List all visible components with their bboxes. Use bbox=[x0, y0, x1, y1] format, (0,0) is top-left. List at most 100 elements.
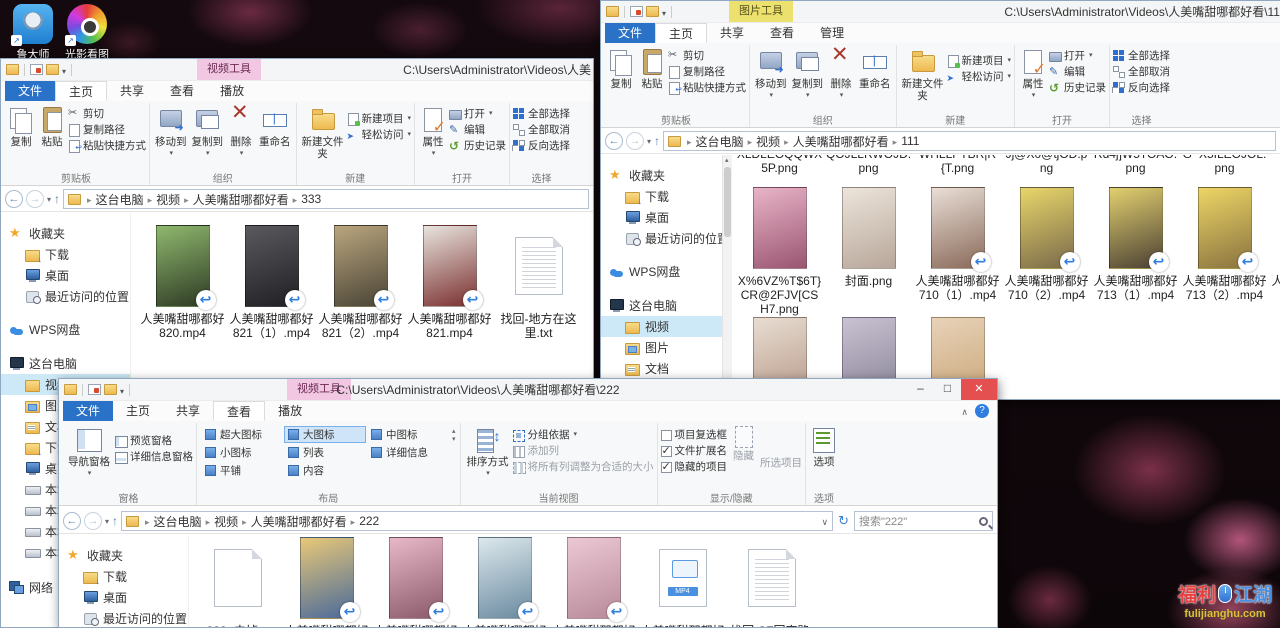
edit-button[interactable]: 编辑 bbox=[449, 123, 506, 137]
file-item[interactable]: X%6VZ%T$6T}CR@2FJV[CSH7.png bbox=[736, 187, 823, 316]
properties-button[interactable]: 属性 bbox=[1018, 46, 1048, 103]
ribbon-tab[interactable]: 查看 bbox=[213, 401, 265, 421]
options-button[interactable]: 选项 bbox=[809, 424, 839, 469]
rename-button[interactable]: 重命名 bbox=[257, 104, 293, 149]
sidebar-item[interactable]: 收藏夹 bbox=[1, 223, 130, 244]
minimize-button[interactable] bbox=[907, 379, 934, 400]
sidebar-item[interactable]: 下载 bbox=[59, 566, 188, 587]
paste-shortcut-button[interactable]: 粘贴快捷方式 bbox=[668, 81, 746, 95]
qat-properties-icon[interactable] bbox=[630, 6, 643, 17]
file-item[interactable]: 人美嘴甜哪都好 bbox=[372, 537, 459, 627]
cut-button[interactable]: 剪切 bbox=[668, 49, 746, 63]
file-item[interactable]: 人美嘴甜哪都好820.mp4 bbox=[139, 225, 226, 340]
sidebar-item[interactable]: WPS网盘 bbox=[601, 261, 731, 282]
sidebar-item[interactable]: 下载 bbox=[1, 244, 130, 265]
select-all-button[interactable]: 全部选择 bbox=[1113, 49, 1170, 63]
ribbon-tab[interactable]: 文件 bbox=[5, 81, 55, 101]
breadcrumb-item[interactable]: 人美嘴甜哪都好看 bbox=[193, 191, 289, 208]
open-button[interactable]: 打开 bbox=[1049, 49, 1106, 63]
group-by-button[interactable]: 分组依据 bbox=[513, 428, 654, 442]
layout-option[interactable]: 详细信息 bbox=[367, 444, 449, 461]
address-input[interactable]: 这台电脑视频人美嘴甜哪都好看333 bbox=[63, 189, 589, 209]
ribbon-tab[interactable]: 主页 bbox=[655, 23, 707, 43]
file-item[interactable]: 222.r去掉ar bbox=[194, 537, 281, 627]
ribbon-tab[interactable]: 共享 bbox=[163, 401, 213, 421]
layout-option[interactable]: 大图标 bbox=[284, 426, 366, 443]
preview-pane-button[interactable]: 预览窗格 bbox=[115, 434, 193, 448]
add-columns-button[interactable]: 添加列 bbox=[513, 444, 654, 458]
open-button[interactable]: 打开 bbox=[449, 107, 506, 121]
qat-properties-icon[interactable] bbox=[30, 64, 43, 75]
file-extensions-toggle[interactable]: 文件扩展名 bbox=[661, 444, 728, 458]
refresh-icon[interactable] bbox=[836, 513, 851, 529]
file-item[interactable]: 人美嘴甜哪都好821（1）.mp4 bbox=[228, 225, 315, 340]
ribbon-tab[interactable]: 播放 bbox=[207, 81, 257, 101]
layout-option[interactable]: 内容 bbox=[284, 462, 366, 479]
history-button[interactable]: 历史记录 bbox=[1049, 81, 1106, 95]
qat-dropdown-icon[interactable] bbox=[662, 3, 666, 21]
ribbon-tab[interactable]: 查看 bbox=[157, 81, 207, 101]
qat-folder-icon[interactable] bbox=[606, 6, 619, 17]
breadcrumb-item[interactable]: 人美嘴甜哪都好看 bbox=[793, 133, 889, 150]
file-item[interactable]: Jj@X0@tjOD.png bbox=[1003, 155, 1090, 175]
file-item[interactable]: M_@ bbox=[1270, 155, 1280, 161]
sidebar-item[interactable]: 图片 bbox=[601, 337, 731, 358]
contextual-tab-header[interactable]: 视频工具 bbox=[197, 59, 261, 80]
sidebar-item[interactable]: 下载 bbox=[601, 186, 731, 207]
move-to-button[interactable]: 移动到 bbox=[753, 46, 789, 103]
properties-button[interactable]: 属性 bbox=[418, 104, 448, 161]
ribbon-tab[interactable]: 主页 bbox=[55, 81, 107, 101]
sidebar-item[interactable]: 收藏夹 bbox=[601, 165, 731, 186]
navigation-pane-button[interactable]: 导航窗格 bbox=[64, 424, 114, 481]
item-checkboxes-toggle[interactable]: 项目复选框 bbox=[661, 428, 728, 442]
file-item[interactable]: 人美嘴甜哪都好 bbox=[283, 537, 370, 627]
easy-access-button[interactable]: 轻松访问 bbox=[947, 70, 1012, 84]
sidebar-scrollbar[interactable] bbox=[722, 155, 732, 399]
search-input[interactable] bbox=[859, 515, 979, 527]
copy-path-button[interactable]: 复制路径 bbox=[668, 65, 746, 79]
select-none-button[interactable]: 全部取消 bbox=[513, 123, 570, 137]
new-item-button[interactable]: 新建项目 bbox=[947, 54, 1012, 68]
layout-option[interactable]: 小图标 bbox=[201, 444, 283, 461]
cut-button[interactable]: 剪切 bbox=[68, 107, 146, 121]
breadcrumb-item[interactable]: 这台电脑 bbox=[96, 191, 144, 208]
file-item[interactable]: 人美嘴甜哪都好710（1）.mp4 bbox=[914, 187, 1001, 302]
size-columns-button[interactable]: 将所有列调整为合适的大小 bbox=[513, 460, 654, 474]
edit-button[interactable]: 编辑 bbox=[1049, 65, 1106, 79]
quick-access-toolbar[interactable] bbox=[1, 61, 74, 79]
breadcrumb-item[interactable]: 111 bbox=[901, 134, 919, 148]
history-button[interactable]: 历史记录 bbox=[449, 139, 506, 153]
file-item[interactable]: 封面.png bbox=[825, 187, 912, 288]
file-item[interactable]: 人美嘴甜哪都好710（2）.mp4 bbox=[1003, 187, 1090, 302]
copy-button[interactable]: 复制 bbox=[606, 46, 636, 91]
sidebar-item[interactable]: 最近访问的位置 bbox=[59, 608, 188, 627]
breadcrumb-item[interactable]: 视频 bbox=[156, 191, 180, 208]
forward-button[interactable] bbox=[84, 512, 102, 530]
up-button[interactable] bbox=[654, 134, 660, 148]
help-icon[interactable] bbox=[975, 404, 989, 418]
breadcrumb-item[interactable]: 222 bbox=[359, 514, 379, 528]
search-icon[interactable] bbox=[979, 517, 988, 526]
file-item[interactable]: 人美嘴甜哪都好713（2）.mp4 bbox=[1181, 187, 1268, 302]
ribbon-tab[interactable]: 共享 bbox=[707, 23, 757, 43]
qat-newfolder-icon[interactable] bbox=[646, 6, 659, 17]
maximize-button[interactable] bbox=[934, 379, 961, 400]
ribbon-tab[interactable]: 主页 bbox=[113, 401, 163, 421]
history-dropdown-icon[interactable] bbox=[105, 517, 109, 526]
file-item[interactable]: Rd4j]W5TOAO.png bbox=[1092, 155, 1179, 175]
address-dropdown-icon[interactable] bbox=[822, 514, 829, 528]
forward-button[interactable] bbox=[26, 190, 44, 208]
sidebar-item[interactable]: 视频 bbox=[601, 316, 731, 337]
checkbox-checked-icon[interactable] bbox=[661, 446, 672, 457]
sidebar-item[interactable]: 桌面 bbox=[59, 587, 188, 608]
file-item[interactable]: 人美嘴甜哪都好713（1）.mp4 bbox=[1092, 187, 1179, 302]
easy-access-button[interactable]: 轻松访问 bbox=[347, 128, 412, 142]
breadcrumb-item[interactable]: 视频 bbox=[756, 133, 780, 150]
delete-button[interactable]: 删除 bbox=[226, 104, 256, 161]
layout-scrollbar[interactable]: ▴▾ bbox=[451, 424, 457, 446]
ribbon-tab[interactable]: 共享 bbox=[107, 81, 157, 101]
file-item[interactable]: 人美嘴甜哪都好821.mp4 bbox=[406, 225, 493, 340]
forward-button[interactable] bbox=[626, 132, 644, 150]
desktop-icon-photoviewer[interactable]: 光影看图 bbox=[60, 4, 114, 62]
sidebar-item[interactable]: 这台电脑 bbox=[1, 353, 130, 374]
